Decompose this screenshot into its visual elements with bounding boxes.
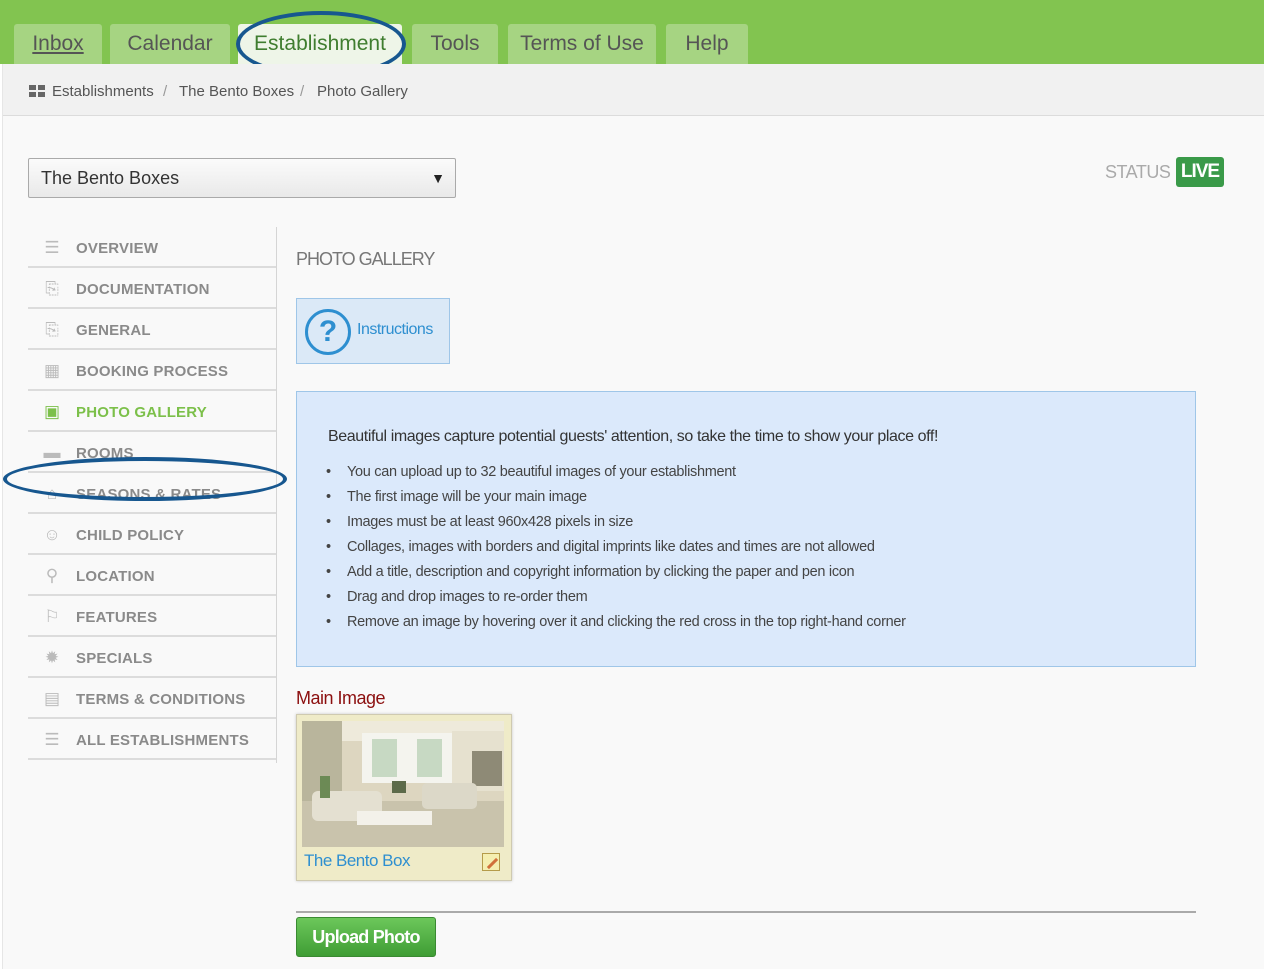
tab-help[interactable]: Help [666, 24, 748, 64]
features-icon: ⚐ [44, 607, 60, 626]
list-icon: ☰ [44, 238, 60, 257]
list-item: Collages, images with borders and digita… [326, 537, 906, 562]
bed-icon: ▬ [43, 443, 61, 462]
page-body: Establishments / The Bento Boxes / Photo… [2, 64, 1264, 969]
sidebar-item-label: TERMS & CONDITIONS [76, 691, 246, 708]
help-question-icon: ? [305, 309, 351, 355]
sidebar-item-label: FEATURES [76, 609, 158, 626]
sidebar-item-rooms[interactable]: ▬ ROOMS [28, 432, 277, 473]
sidebar-item-photo-gallery[interactable]: ▣ PHOTO GALLERY [28, 391, 277, 432]
grid-icon [29, 85, 45, 98]
list-icon: ☰ [44, 730, 60, 749]
main-image-caption[interactable]: The Bento Box [304, 851, 410, 871]
list-item: Images must be at least 960x428 pixels i… [326, 512, 906, 537]
chevron-down-icon: ▼ [431, 170, 445, 186]
list-item: Add a title, description and copyright i… [326, 562, 906, 587]
breadcrumb-establishments[interactable]: Establishments [52, 83, 154, 100]
sidebar-item-label: SEASONS & RATES [76, 486, 222, 503]
breadcrumb-establishment-name[interactable]: The Bento Boxes [179, 83, 294, 100]
status-label: STATUS [1105, 162, 1171, 182]
list-item: Drag and drop images to re-order them [326, 587, 906, 612]
breadcrumb-current-page: Photo Gallery [317, 83, 408, 100]
map-pin-icon: ⚲ [45, 566, 59, 585]
info-heading: Beautiful images capture potential guest… [328, 428, 938, 445]
house-icon: ⌂ [46, 484, 58, 503]
main-image-label: Main Image [296, 688, 386, 708]
sidebar-item-label: OVERVIEW [76, 240, 159, 257]
top-navigation: Inbox Calendar Establishment Tools Terms… [0, 0, 1264, 64]
sidebar-item-general[interactable]: ⎘ GENERAL [28, 309, 277, 350]
sidebar-item-all-establishments[interactable]: ☰ ALL ESTABLISHMENTS [28, 719, 277, 760]
breadcrumb-separator: / [300, 83, 305, 100]
establishment-select[interactable]: The Bento Boxes ▼ [28, 158, 456, 198]
sidebar-item-label: BOOKING PROCESS [76, 363, 229, 380]
sidebar-item-features[interactable]: ⚐ FEATURES [28, 596, 277, 637]
clipboard-icon: ▤ [43, 689, 61, 708]
sidebar-divider [276, 227, 277, 763]
specials-badge-icon: ✹ [44, 648, 60, 667]
establishment-select-value: The Bento Boxes [41, 168, 180, 188]
paper-and-pen-edit-icon[interactable] [482, 853, 500, 871]
tab-calendar[interactable]: Calendar [110, 24, 230, 64]
documents-icon: ⎘ [45, 279, 59, 298]
living-room-photo [302, 721, 504, 847]
sidebar-item-specials[interactable]: ✹ SPECIALS [28, 637, 277, 678]
sidebar-item-label: ROOMS [76, 445, 134, 462]
sidebar-item-overview[interactable]: ☰ OVERVIEW [28, 227, 277, 268]
sidebar-item-documentation[interactable]: ⎘ DOCUMENTATION [28, 268, 277, 309]
breadcrumb-separator: / [163, 83, 168, 100]
sidebar-item-location[interactable]: ⚲ LOCATION [28, 555, 277, 596]
content-divider [296, 911, 1196, 913]
breadcrumb: Establishments / The Bento Boxes / Photo… [3, 64, 1264, 116]
sidebar-item-booking-process[interactable]: ▦ BOOKING PROCESS [28, 350, 277, 391]
tab-tools[interactable]: Tools [412, 24, 498, 64]
upload-photo-button[interactable]: Upload Photo [296, 917, 436, 957]
status-badge: LIVE [1176, 157, 1224, 187]
instructions-label: Instructions [357, 321, 433, 338]
photo-gallery-icon: ▣ [43, 402, 61, 421]
sidebar-item-label: CHILD POLICY [76, 527, 185, 544]
tab-terms-of-use[interactable]: Terms of Use [508, 24, 656, 64]
sidebar-item-label: DOCUMENTATION [76, 281, 210, 298]
info-list: You can upload up to 32 beautiful images… [326, 462, 906, 637]
list-item: Remove an image by hovering over it and … [326, 612, 906, 637]
instructions-info-box: Beautiful images capture potential guest… [296, 391, 1196, 667]
sidebar-item-label: ALL ESTABLISHMENTS [76, 732, 250, 749]
list-item: You can upload up to 32 beautiful images… [326, 462, 906, 487]
sidebar-item-label: LOCATION [76, 568, 155, 585]
calendar-icon: ▦ [43, 361, 61, 380]
sidebar-item-seasons-rates[interactable]: ⌂ SEASONS & RATES [28, 473, 277, 514]
sidebar-item-label: PHOTO GALLERY [76, 404, 207, 421]
main-image-thumbnail[interactable] [302, 721, 504, 847]
sidebar-item-label: SPECIALS [76, 650, 153, 667]
tab-inbox[interactable]: Inbox [14, 24, 102, 64]
instructions-button[interactable]: ? Instructions [296, 298, 450, 364]
tab-establishment[interactable]: Establishment [238, 24, 402, 64]
sidebar-item-child-policy[interactable]: ☺ CHILD POLICY [28, 514, 277, 555]
sidebar-item-terms-conditions[interactable]: ▤ TERMS & CONDITIONS [28, 678, 277, 719]
page-title: PHOTO GALLERY [296, 249, 435, 269]
list-item: The first image will be your main image [326, 487, 906, 512]
smiley-icon: ☺ [43, 525, 61, 544]
sidebar-item-label: GENERAL [76, 322, 151, 339]
documents-icon: ⎘ [45, 320, 59, 339]
main-image-card[interactable]: The Bento Box [296, 714, 512, 881]
